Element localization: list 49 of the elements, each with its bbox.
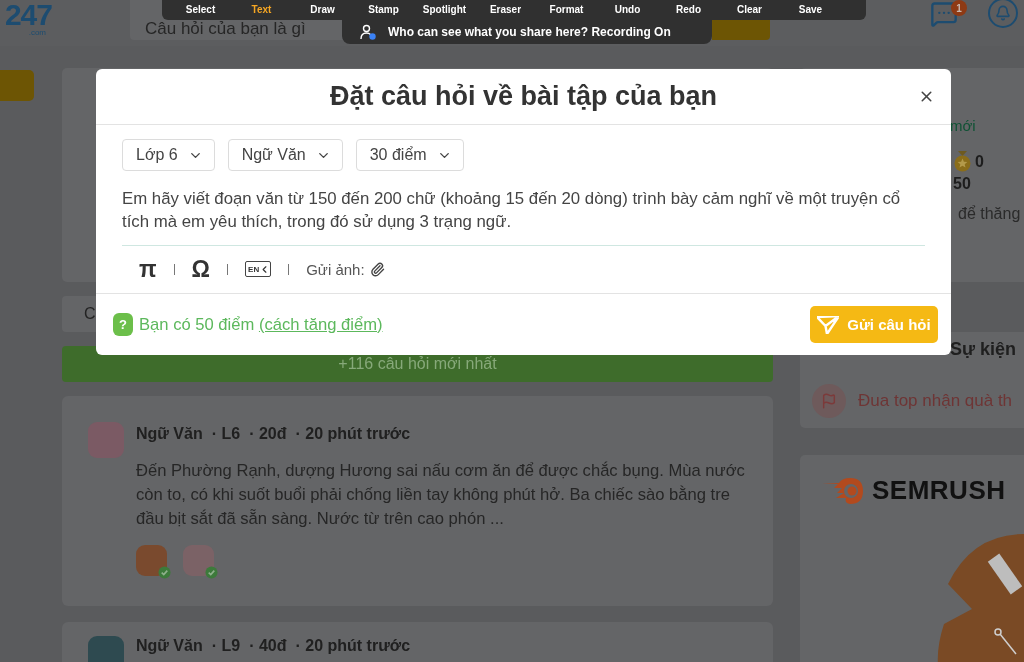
- side-button[interactable]: [0, 70, 34, 101]
- question-meta: Ngữ Văn: [136, 636, 203, 656]
- notifications-button[interactable]: [988, 0, 1018, 28]
- chat-icon: [930, 0, 958, 28]
- answerer-avatar: [136, 545, 167, 576]
- question-meta: · L9: [211, 636, 241, 656]
- paperclip-icon: [369, 261, 385, 277]
- toolbar-button[interactable]: Clear: [719, 0, 780, 20]
- toolbar-button[interactable]: Text: [231, 0, 292, 20]
- points-value: 50: [953, 175, 971, 193]
- keyboard-button[interactable]: EN: [245, 261, 272, 277]
- messages-button[interactable]: [930, 0, 958, 28]
- send-icon: [817, 315, 840, 334]
- flag-icon: [812, 384, 846, 418]
- symbol-button[interactable]: π: [139, 257, 157, 281]
- symbol-button[interactable]: Ω: [191, 257, 211, 281]
- toolbar-button[interactable]: Save: [780, 0, 841, 20]
- select-dropdown[interactable]: 30 điểm: [355, 139, 464, 171]
- avatar: [88, 636, 124, 662]
- upload-button[interactable]: Gửi ảnh:: [306, 260, 385, 278]
- question-meta: · 20 phút trước: [295, 636, 411, 656]
- question-meta: Ngữ Văn: [136, 424, 203, 444]
- points-text: Bạn có 50 điểm (cách tăng điểm): [139, 314, 383, 335]
- toolbar-button[interactable]: Redo: [658, 0, 719, 20]
- select-dropdown[interactable]: Ngữ Văn: [227, 139, 343, 171]
- toolbar-button[interactable]: Stamp: [353, 0, 414, 20]
- toolbar-button[interactable]: Select: [170, 0, 231, 20]
- question-meta: · L6: [211, 424, 241, 444]
- toolbar-button[interactable]: Spotlight: [414, 0, 475, 20]
- events-title: Sự kiện: [950, 338, 1018, 360]
- question-meta: · 20 phút trước: [295, 424, 411, 444]
- toolbar-button[interactable]: Eraser: [475, 0, 536, 20]
- toolbar-button[interactable]: Undo: [597, 0, 658, 20]
- question-input[interactable]: Em hãy viết đoạn văn từ 150 đến 200 chữ (khoảng 15 đến 20 dòng) trình bày cảm nghĩ về một truyện cổ tích mà em yêu thích, trong đó sử dụng 3 trạng ngữ.: [122, 187, 925, 233]
- ad-brand: SEMRUSH: [872, 475, 1006, 506]
- bell-icon: [995, 5, 1011, 21]
- select-dropdown[interactable]: Lớp 6: [122, 139, 215, 171]
- recording-notice: Who can see what you share here? Recording On: [388, 25, 671, 39]
- medal-icon: [953, 151, 972, 172]
- dialog-title: Đặt câu hỏi về bài tập của bạn: [329, 81, 718, 112]
- question-meta: · 20đ: [249, 424, 287, 444]
- toolbar-button[interactable]: Format: [536, 0, 597, 20]
- answerer-avatar: [183, 545, 214, 576]
- question-meta: · 40đ: [249, 636, 287, 656]
- stat-value: 0: [975, 152, 984, 171]
- user-icon: [360, 24, 376, 40]
- rank-hint: để thăng: [958, 205, 1021, 223]
- notification-badge: 1: [951, 0, 967, 16]
- toolbar-button[interactable]: Draw: [292, 0, 353, 20]
